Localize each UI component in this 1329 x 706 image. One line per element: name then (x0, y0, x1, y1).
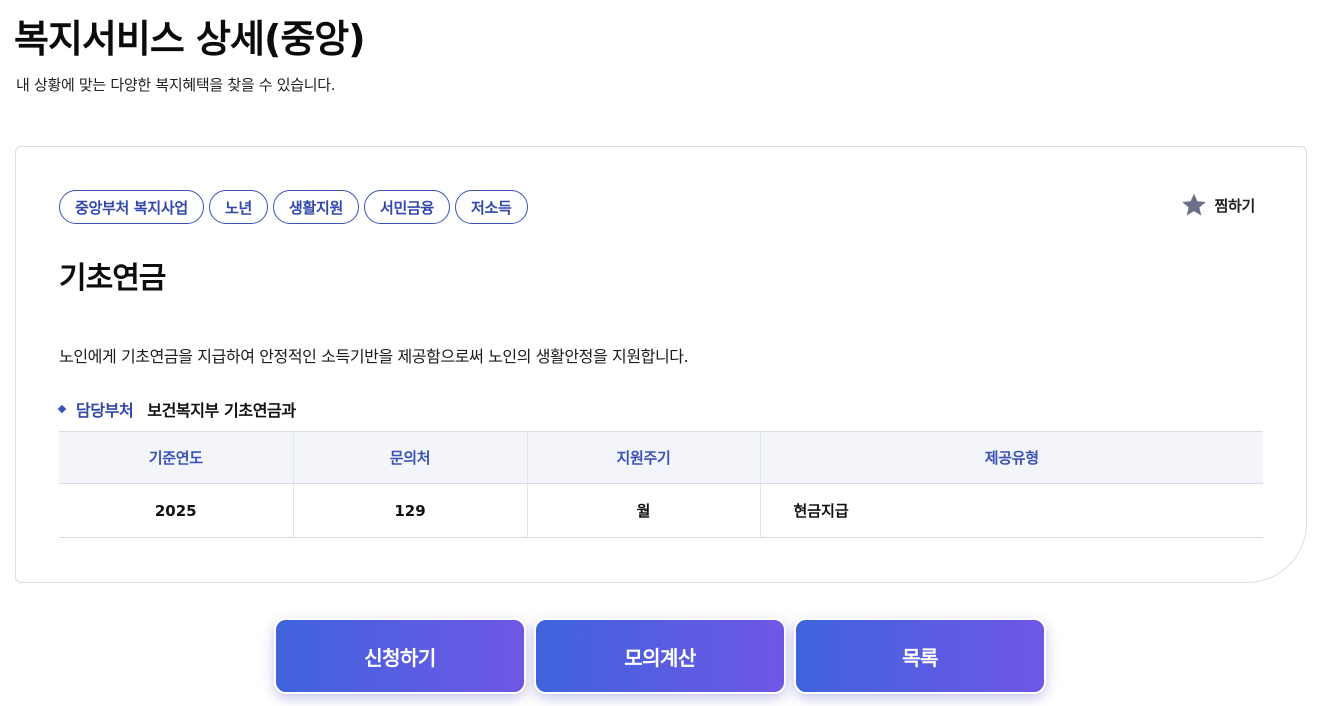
header-contact: 문의처 (293, 431, 528, 484)
simulate-button[interactable]: 모의계산 (534, 618, 786, 694)
cell-contact: 129 (293, 483, 528, 538)
tag-list: 중앙부처 복지사업 노년 생활지원 서민금융 저소득 (59, 190, 528, 224)
header-base-year: 기준연도 (59, 431, 294, 484)
department-value: 보건복지부 기초연금과 (147, 401, 296, 420)
bullet-icon (57, 404, 67, 414)
table-header-row: 기준연도 문의처 지원주기 제공유형 (59, 431, 1263, 484)
header-provision-type: 제공유형 (760, 431, 1263, 484)
cell-support-cycle: 월 (527, 483, 761, 538)
cell-provision-type: 현금지급 (760, 483, 1263, 538)
department-row: 담당부처 보건복지부 기초연금과 (57, 397, 296, 421)
header-support-cycle: 지원주기 (527, 431, 761, 484)
list-button[interactable]: 목록 (794, 618, 1046, 694)
cell-base-year: 2025 (59, 483, 294, 538)
tag-living-support[interactable]: 생활지원 (272, 190, 359, 224)
service-info-table: 기준연도 문의처 지원주기 제공유형 2025 129 월 현금지급 (59, 431, 1263, 538)
tag-low-income[interactable]: 저소득 (454, 190, 528, 224)
star-icon (1180, 191, 1208, 219)
page-subtitle: 내 상황에 맞는 다양한 복지혜택을 찾을 수 있습니다. (16, 76, 336, 94)
favorite-label: 찜하기 (1214, 196, 1255, 215)
department-label: 담당부처 (76, 401, 134, 420)
service-description: 노인에게 기초연금을 지급하여 안정적인 소득기반을 제공함으로써 노인의 생활… (59, 347, 689, 366)
service-detail-card: 중앙부처 복지사업 노년 생활지원 서민금융 저소득 찜하기 기초연금 노인에게… (15, 146, 1307, 583)
table-row: 2025 129 월 현금지급 (59, 483, 1263, 538)
action-buttons: 신청하기 모의계산 목록 (274, 618, 1046, 694)
page-title: 복지서비스 상세(중앙) (14, 17, 366, 61)
service-title: 기초연금 (59, 261, 166, 296)
tag-old-age[interactable]: 노년 (208, 190, 268, 224)
favorite-button[interactable]: 찜하기 (1180, 191, 1255, 219)
apply-button[interactable]: 신청하기 (274, 618, 526, 694)
tag-microfinance[interactable]: 서민금융 (363, 190, 450, 224)
tag-central-welfare[interactable]: 중앙부처 복지사업 (59, 190, 204, 224)
